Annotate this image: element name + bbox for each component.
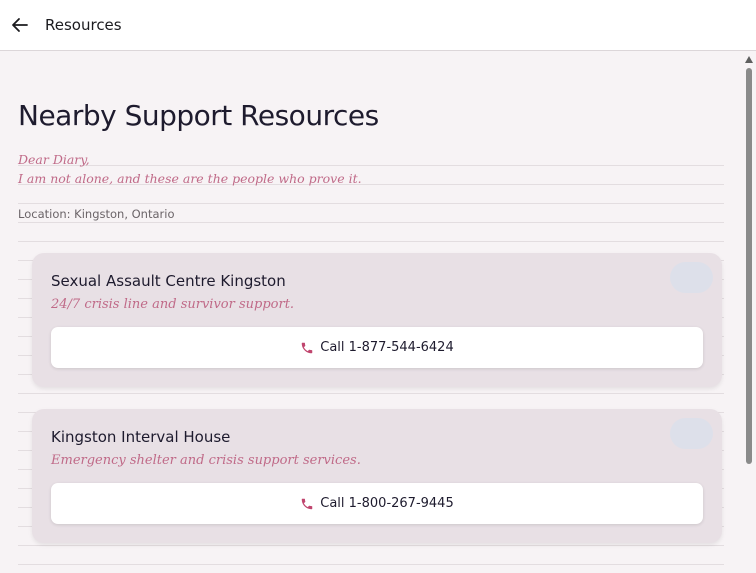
diary-line-greeting: Dear Diary, — [18, 152, 90, 167]
back-button[interactable] — [10, 15, 30, 35]
resource-card: Sexual Assault Centre Kingston 24/7 cris… — [32, 253, 722, 387]
resource-name: Sexual Assault Centre Kingston — [51, 272, 286, 290]
resource-description: 24/7 crisis line and survivor support. — [51, 297, 295, 312]
resource-card: Kingston Interval House Emergency shelte… — [32, 409, 722, 543]
resource-description: Emergency shelter and crisis support ser… — [51, 453, 361, 468]
app-bar-title: Resources — [45, 16, 122, 34]
diary-note: Dear Diary, I am not alone, and these ar… — [18, 150, 362, 188]
call-button[interactable]: Call 1-877-544-6424 — [51, 327, 703, 368]
call-button-label: Call 1-877-544-6424 — [320, 340, 454, 355]
call-button-label: Call 1-800-267-9445 — [320, 496, 454, 511]
app-bar: Resources — [0, 0, 756, 51]
phone-icon — [302, 498, 313, 509]
call-button[interactable]: Call 1-800-267-9445 — [51, 483, 703, 524]
page-title: Nearby Support Resources — [18, 99, 379, 132]
vertical-scrollbar[interactable] — [742, 52, 756, 573]
resource-action-button[interactable] — [670, 262, 713, 293]
resource-action-button[interactable] — [670, 418, 713, 449]
arrow-left-icon — [12, 18, 28, 32]
scroll-up-arrow-icon[interactable] — [745, 56, 753, 63]
resource-name: Kingston Interval House — [51, 428, 231, 446]
diary-line-message: I am not alone, and these are the people… — [18, 171, 362, 186]
scrollbar-thumb[interactable] — [746, 68, 752, 464]
resources-content: Nearby Support Resources Dear Diary, I a… — [0, 52, 742, 573]
phone-icon — [302, 342, 313, 353]
location-label: Location: Kingston, Ontario — [18, 207, 175, 221]
